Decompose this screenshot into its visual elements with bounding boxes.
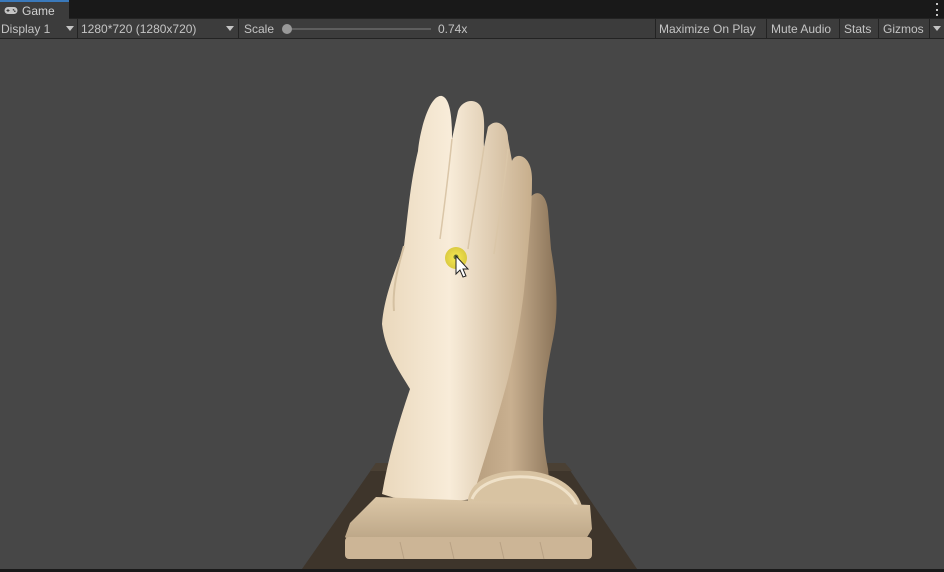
stats-toggle[interactable]: Stats — [844, 19, 871, 38]
tab-game[interactable]: Game — [0, 0, 69, 19]
chevron-down-icon — [933, 26, 941, 31]
display-base — [345, 497, 592, 560]
toolbar-divider — [77, 19, 78, 38]
display-dropdown[interactable]: Display 1 — [1, 19, 76, 38]
maximize-on-play-toggle[interactable]: Maximize On Play — [659, 19, 756, 38]
chevron-down-icon — [226, 26, 234, 31]
gizmos-toggle[interactable]: Gizmos — [883, 19, 924, 38]
tab-title: Game — [22, 3, 55, 18]
scale-slider-thumb[interactable] — [282, 24, 292, 34]
toolbar-divider — [878, 19, 879, 38]
window-tab-bar: Game — [0, 0, 944, 19]
toolbar-divider — [655, 19, 656, 38]
game-viewport[interactable] — [0, 39, 944, 569]
toolbar-divider — [766, 19, 767, 38]
more-options-icon[interactable] — [934, 3, 940, 16]
scale-label: Scale — [244, 21, 275, 36]
gizmos-dropdown[interactable] — [930, 19, 944, 38]
display-label: Display 1 — [1, 21, 51, 36]
mute-audio-toggle[interactable]: Mute Audio — [771, 19, 831, 38]
game-toolbar: Display 1 1280*720 (1280x720) Scale 0.74… — [0, 19, 944, 39]
scene-render — [302, 95, 637, 569]
scale-value: 0.74x — [438, 21, 468, 36]
chevron-down-icon — [66, 26, 74, 31]
toolbar-divider — [839, 19, 840, 38]
toolbar-divider — [238, 19, 239, 38]
scale-slider-track[interactable] — [287, 28, 431, 30]
resolution-dropdown[interactable]: 1280*720 (1280x720) — [81, 19, 237, 38]
resolution-label: 1280*720 (1280x720) — [81, 21, 197, 36]
gamepad-icon — [4, 6, 18, 15]
